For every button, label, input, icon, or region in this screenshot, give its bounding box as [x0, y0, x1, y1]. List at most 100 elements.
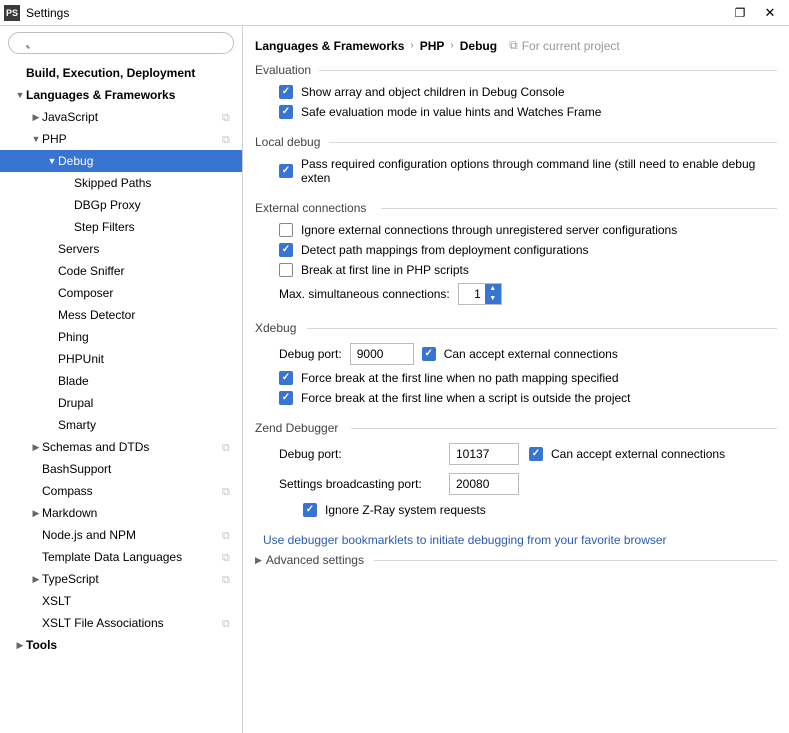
project-scope-icon: [222, 440, 236, 454]
tree-item[interactable]: PHPUnit: [0, 348, 242, 370]
tree-item-label: Composer: [58, 286, 236, 300]
tree-item[interactable]: Code Sniffer: [0, 260, 242, 282]
tree-item[interactable]: Step Filters: [0, 216, 242, 238]
tree-item[interactable]: Node.js and NPM: [0, 524, 242, 546]
chevron-right-icon[interactable]: ▶: [30, 112, 42, 123]
tree-item[interactable]: ▶Schemas and DTDs: [0, 436, 242, 458]
tree-item[interactable]: XSLT File Associations: [0, 612, 242, 634]
settings-tree[interactable]: Build, Execution, Deployment ▼Languages &…: [0, 60, 242, 733]
tree-item-label: Phing: [58, 330, 236, 344]
checkbox-safe-eval[interactable]: [279, 105, 293, 119]
project-scope-icon: [509, 38, 518, 53]
section-title: External connections: [255, 201, 777, 215]
crumb-1[interactable]: PHP: [420, 39, 445, 53]
chevron-right-icon[interactable]: ▶: [14, 640, 26, 651]
titlebar: PS Settings ❐: [0, 0, 789, 26]
section-title: Xdebug: [255, 321, 777, 335]
broadcast-port-input[interactable]: [449, 473, 519, 495]
tree-item[interactable]: DBGp Proxy: [0, 194, 242, 216]
tree-item[interactable]: Compass: [0, 480, 242, 502]
close-icon[interactable]: [755, 3, 785, 23]
tree-item[interactable]: ▼PHP: [0, 128, 242, 150]
search-input[interactable]: [8, 32, 234, 54]
project-scope-icon: [222, 484, 236, 498]
tree-item[interactable]: Phing: [0, 326, 242, 348]
checkbox-ignore-external[interactable]: [279, 223, 293, 237]
max-conn-spinner[interactable]: ▲▼: [458, 283, 502, 305]
chevron-down-icon[interactable]: ▼: [46, 156, 58, 166]
bookmarklets-link[interactable]: Use debugger bookmarklets to initiate de…: [263, 533, 667, 547]
tree-item-label: JavaScript: [42, 110, 222, 124]
chevron-right-icon[interactable]: ▶: [30, 442, 42, 453]
tree-item[interactable]: Skipped Paths: [0, 172, 242, 194]
label-xdebug-accept-ext: Can accept external connections: [444, 347, 618, 361]
search-wrap: [0, 26, 242, 60]
checkbox-force-outside[interactable]: [279, 391, 293, 405]
tree-item[interactable]: ▶TypeScript: [0, 568, 242, 590]
chevron-right-icon: ›: [450, 40, 453, 51]
section-zend: Zend Debugger Debug port: Can accept ext…: [255, 421, 777, 517]
tree-item[interactable]: XSLT: [0, 590, 242, 612]
tree-item[interactable]: Drupal: [0, 392, 242, 414]
app-icon: PS: [4, 5, 20, 21]
tree-item[interactable]: ▶Tools: [0, 634, 242, 656]
tree-item[interactable]: Composer: [0, 282, 242, 304]
label-ignore-zray: Ignore Z-Ray system requests: [325, 503, 486, 517]
tree-item-label: Markdown: [42, 506, 236, 520]
chevron-right-icon[interactable]: ▶: [30, 508, 42, 519]
tree-item-label: Template Data Languages: [42, 550, 222, 564]
checkbox-show-array[interactable]: [279, 85, 293, 99]
chevron-right-icon: ›: [410, 40, 413, 51]
sidebar: Build, Execution, Deployment ▼Languages &…: [0, 26, 243, 733]
tree-item[interactable]: Mess Detector: [0, 304, 242, 326]
tree-item-label: Node.js and NPM: [42, 528, 222, 542]
tree-item[interactable]: Template Data Languages: [0, 546, 242, 568]
spinner-down-icon[interactable]: ▼: [485, 294, 501, 304]
max-conn-input[interactable]: [459, 284, 485, 304]
checkbox-detect-path[interactable]: [279, 243, 293, 257]
chevron-right-icon[interactable]: ▶: [30, 574, 42, 585]
crumb-2: Debug: [460, 39, 497, 53]
checkbox-pass-required[interactable]: [279, 164, 293, 178]
tree-item-label: XSLT File Associations: [42, 616, 222, 630]
tree-item[interactable]: Blade: [0, 370, 242, 392]
checkbox-ignore-zray[interactable]: [303, 503, 317, 517]
tree-item[interactable]: Servers: [0, 238, 242, 260]
tree-item-label: Step Filters: [74, 220, 236, 234]
tree-item-label: Smarty: [58, 418, 236, 432]
window-restore-icon[interactable]: ❐: [725, 3, 755, 23]
window-title: Settings: [26, 6, 725, 20]
section-title: Local debug: [255, 135, 777, 149]
tree-item[interactable]: Build, Execution, Deployment: [0, 62, 242, 84]
section-xdebug: Xdebug Debug port: Can accept external c…: [255, 321, 777, 405]
tree-item[interactable]: ▼Debug: [0, 150, 242, 172]
spinner-up-icon[interactable]: ▲: [485, 284, 501, 294]
tree-item[interactable]: ▼Languages & Frameworks: [0, 84, 242, 106]
tree-item[interactable]: ▶JavaScript: [0, 106, 242, 128]
advanced-settings-toggle[interactable]: ▶ Advanced settings: [255, 553, 777, 567]
tree-item-label: Build, Execution, Deployment: [26, 66, 236, 80]
zend-port-input[interactable]: [449, 443, 519, 465]
chevron-down-icon[interactable]: ▼: [30, 134, 42, 144]
tree-item[interactable]: Smarty: [0, 414, 242, 436]
checkbox-break-first[interactable]: [279, 263, 293, 277]
xdebug-port-input[interactable]: [350, 343, 414, 365]
label-force-outside: Force break at the first line when a scr…: [301, 391, 631, 405]
tree-item-label: Mess Detector: [58, 308, 236, 322]
tree-item-label: Drupal: [58, 396, 236, 410]
tree-item[interactable]: ▶Markdown: [0, 502, 242, 524]
crumb-0[interactable]: Languages & Frameworks: [255, 39, 404, 53]
chevron-down-icon[interactable]: ▼: [14, 90, 26, 100]
section-evaluation: Evaluation Show array and object childre…: [255, 63, 777, 119]
checkbox-zend-accept-ext[interactable]: [529, 447, 543, 461]
label-broadcast-port: Settings broadcasting port:: [279, 477, 439, 491]
tree-item[interactable]: BashSupport: [0, 458, 242, 480]
tree-item-label: PHP: [42, 132, 222, 146]
tree-item-label: BashSupport: [42, 462, 236, 476]
section-external: External connections Ignore external con…: [255, 201, 777, 305]
tree-item-label: PHPUnit: [58, 352, 236, 366]
chevron-right-icon: ▶: [255, 555, 262, 566]
label-show-array: Show array and object children in Debug …: [301, 85, 565, 99]
checkbox-force-no-map[interactable]: [279, 371, 293, 385]
checkbox-xdebug-accept-ext[interactable]: [422, 347, 436, 361]
